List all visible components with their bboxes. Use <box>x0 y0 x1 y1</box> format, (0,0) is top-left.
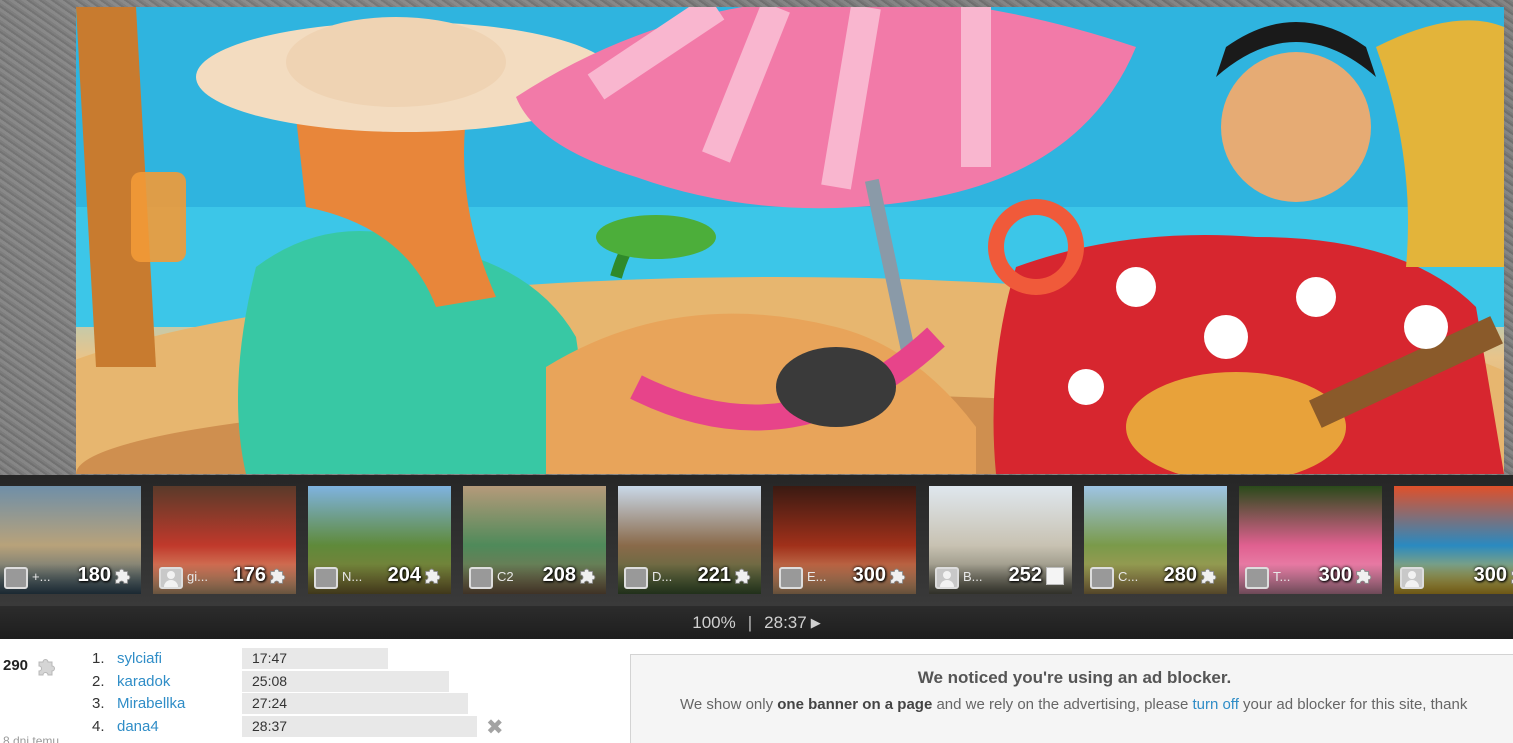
puzzle-icon <box>1356 568 1372 584</box>
rank-time: 28:37 <box>252 717 288 734</box>
thumbnail-user: N... <box>342 569 363 584</box>
puzzle-thumbnail[interactable]: gi... 176 <box>153 486 296 594</box>
rank-user-link[interactable]: dana4 <box>117 718 159 735</box>
ad-blocker-notice: We noticed you're using an ad blocker. W… <box>630 654 1513 743</box>
piece-count: 300 <box>852 564 886 586</box>
piece-count: 252 <box>1008 564 1042 586</box>
thumbnail-user: E... <box>807 569 827 584</box>
avatar <box>935 567 959 589</box>
avatar <box>159 567 183 589</box>
progress-time: 28:37 <box>764 612 807 632</box>
puzzle-thumbnail[interactable]: C... 280 <box>1084 486 1227 594</box>
puzzle-hero-image[interactable] <box>76 7 1504 474</box>
avatar <box>1400 567 1424 589</box>
puzzle-thumbnail[interactable]: D... 221 <box>618 486 761 594</box>
puzzle-thumbnail[interactable]: 300 <box>1394 486 1513 594</box>
ad-notice-title: We noticed you're using an ad blocker. <box>917 668 1232 687</box>
turn-off-link[interactable]: turn off <box>1192 696 1238 713</box>
puzzle-thumbnail[interactable]: +... 180 <box>0 486 141 594</box>
thumbnail-user: B... <box>963 569 983 584</box>
rank-user-link[interactable]: karadok <box>117 673 170 690</box>
puzzle-icon <box>1511 570 1513 584</box>
rank-number: 4. <box>92 717 105 735</box>
avatar <box>469 567 493 589</box>
avatar <box>624 567 648 589</box>
progress-bar: 100% | 28:37 ▶ <box>0 606 1513 639</box>
puzzle-thumbnail[interactable]: T... 300 <box>1239 486 1382 594</box>
puzzle-icon <box>1201 568 1217 584</box>
rank-user-link[interactable]: sylciafi <box>117 650 162 667</box>
rank-number: 2. <box>92 672 105 690</box>
thumbnail-user: C... <box>1118 569 1139 584</box>
rank-time: 25:08 <box>252 672 288 689</box>
hero-illustration <box>76 7 1504 474</box>
play-icon[interactable]: ▶ <box>811 615 821 631</box>
score-panel: 290 8 dni temu <box>3 657 73 743</box>
rank-user-link[interactable]: Mirabellka <box>117 695 185 712</box>
rank-time: 27:24 <box>252 695 288 711</box>
piece-count: 280 <box>1163 564 1197 586</box>
rank-number: 3. <box>92 695 105 712</box>
avatar <box>314 567 338 589</box>
avatar <box>779 567 803 589</box>
piece-count: 300 <box>1473 564 1507 586</box>
piece-count: 208 <box>542 564 576 586</box>
ad-notice-text-3: your ad blocker for this site, thank <box>1238 696 1468 713</box>
puzzle-icon <box>890 568 906 584</box>
puzzle-thumbnail[interactable]: E... 300 <box>773 486 916 594</box>
thumbnail-user: T... <box>1273 569 1291 584</box>
ad-notice-message: We show only one banner on a page and we… <box>680 696 1467 713</box>
ad-notice-text-1: We show only <box>680 696 778 713</box>
progress-percent: 100% <box>692 612 736 632</box>
puzzle-icon <box>735 568 751 584</box>
avatar <box>1245 567 1269 589</box>
avatar <box>4 567 28 589</box>
thumbnail-user: +... <box>32 569 51 584</box>
piece-count: 180 <box>77 564 111 586</box>
square-icon <box>1046 567 1064 585</box>
piece-count: 204 <box>387 564 421 586</box>
close-icon[interactable]: ✖ <box>486 715 504 740</box>
score-value: 290 <box>3 657 29 674</box>
time-ago: 8 dni temu <box>3 734 60 743</box>
puzzle-icon <box>38 659 55 676</box>
puzzle-icon <box>270 568 286 584</box>
background-texture <box>0 0 1513 475</box>
thumbnail-user: D... <box>652 569 673 584</box>
progress-separator: | <box>747 612 753 632</box>
thumbnail-user: C2 <box>497 569 514 584</box>
ad-notice-bold: one banner on a page <box>777 696 933 713</box>
puzzle-icon <box>580 568 596 584</box>
puzzle-thumbnail-strip: +... 180 gi... 176 N... 204 C2 208 D... 221 E... 30… <box>0 475 1513 606</box>
rank-number: 1. <box>92 650 105 667</box>
puzzle-icon <box>115 568 131 584</box>
avatar <box>1090 567 1114 589</box>
rank-time: 17:47 <box>252 650 288 666</box>
puzzle-icon <box>425 568 441 584</box>
piece-count: 176 <box>232 564 266 586</box>
piece-count: 221 <box>697 564 731 586</box>
puzzle-thumbnail[interactable]: N... 204 <box>308 486 451 594</box>
puzzle-thumbnail[interactable]: B... 252 <box>929 486 1072 594</box>
puzzle-thumbnail[interactable]: C2 208 <box>463 486 606 594</box>
ad-notice-text-2: and we rely on the advertising, please <box>932 696 1193 713</box>
thumbnail-user: gi... <box>187 569 208 584</box>
piece-count: 300 <box>1318 564 1352 586</box>
